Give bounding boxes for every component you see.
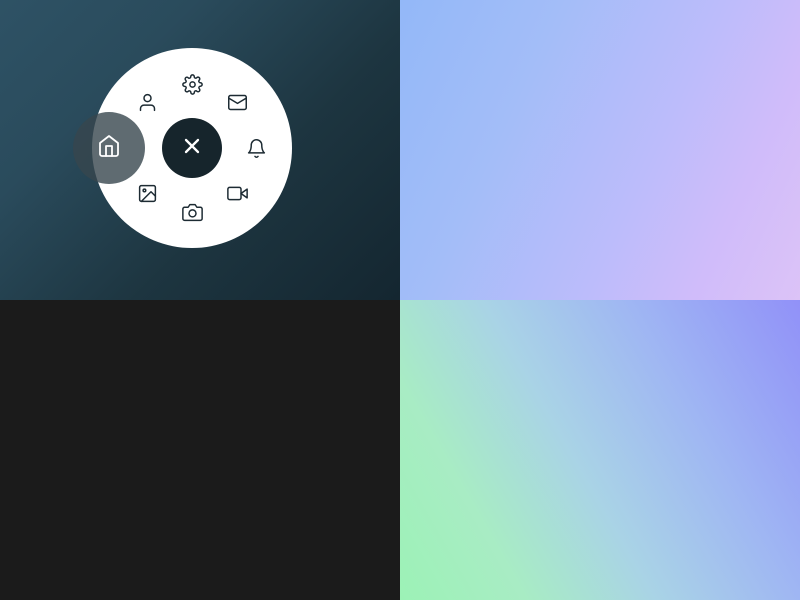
radial-item-profile[interactable]	[130, 85, 164, 119]
radial-item-notifications[interactable]	[239, 131, 273, 165]
panel-grid: Home Close Home About Services Work Cont…	[0, 0, 800, 600]
radial-item-mail[interactable]	[220, 85, 254, 119]
pill-toolbar-panel	[400, 0, 800, 300]
slide-menu-panel: Close Home About Services Work Contact	[400, 300, 800, 600]
radial-item-camera[interactable]	[175, 195, 209, 229]
mail-icon	[227, 92, 248, 113]
video-icon	[226, 183, 248, 204]
person-icon	[137, 92, 158, 113]
radial-item-photos[interactable]	[130, 176, 164, 210]
radial-item-settings[interactable]	[175, 67, 209, 101]
radial-menu	[73, 48, 292, 248]
home-icon	[97, 134, 121, 163]
image-icon	[137, 183, 158, 204]
dock-panel: Home	[0, 300, 400, 600]
radial-item-video[interactable]	[220, 176, 254, 210]
radial-menu-panel	[0, 0, 400, 300]
camera-icon	[181, 202, 203, 223]
close-icon	[180, 134, 204, 163]
radial-item-home-active[interactable]	[73, 112, 145, 184]
bell-icon	[246, 138, 267, 159]
gear-icon	[181, 73, 203, 95]
radial-menu-close-button[interactable]	[162, 118, 222, 178]
